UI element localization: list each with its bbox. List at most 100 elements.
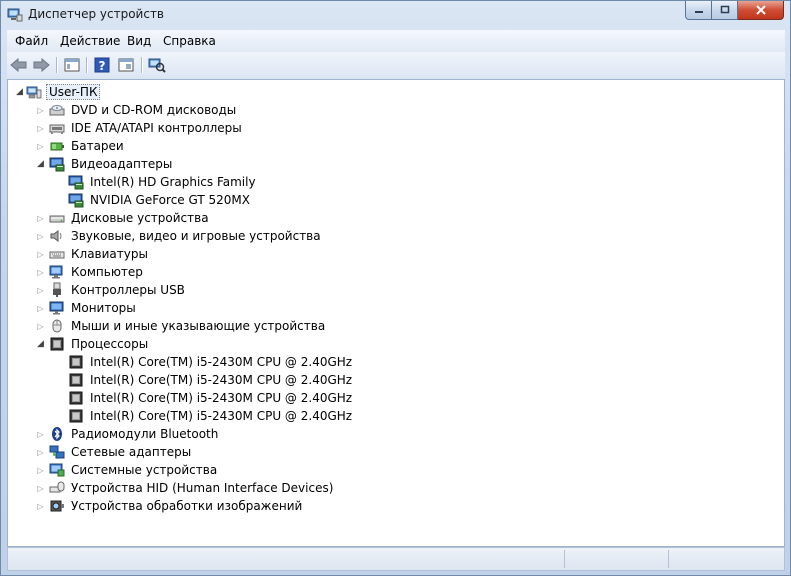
- expand-toggle-icon[interactable]: ▷: [36, 461, 45, 479]
- properties-icon: [118, 58, 134, 72]
- collapse-toggle-icon[interactable]: ◢: [36, 335, 45, 353]
- menu-view[interactable]: Вид: [127, 34, 151, 48]
- scan-hardware-button[interactable]: [147, 56, 167, 74]
- tree-item-label: Компьютер: [71, 265, 143, 279]
- tree-item-label: Мониторы: [71, 301, 136, 315]
- device-category[interactable]: Клавиатуры: [49, 245, 150, 263]
- device-item[interactable]: Intel(R) Core(TM) i5-2430M CPU @ 2.40GHz: [68, 371, 354, 389]
- device-category[interactable]: Звуковые, видео и игровые устройства: [49, 227, 323, 245]
- tree-item-label: Системные устройства: [71, 463, 218, 477]
- battery-icon: [50, 142, 64, 151]
- minimize-button[interactable]: [685, 1, 712, 20]
- speaker-icon: [50, 230, 62, 242]
- collapse-toggle-icon[interactable]: ◢: [36, 155, 45, 173]
- back-icon: [10, 58, 27, 72]
- svg-text:?: ?: [99, 59, 106, 73]
- tree-item-label: Intel(R) Core(TM) i5-2430M CPU @ 2.40GHz: [90, 355, 353, 369]
- tree-item-label: Контроллеры USB: [71, 283, 185, 297]
- minimize-icon: [694, 11, 703, 13]
- device-category[interactable]: Батареи: [49, 137, 126, 155]
- menu-file[interactable]: Файл: [15, 34, 48, 48]
- expand-toggle-icon[interactable]: ▷: [36, 227, 45, 245]
- bluetooth-icon: [52, 427, 62, 441]
- device-category[interactable]: Мониторы: [49, 299, 138, 317]
- device-category[interactable]: Радиомодули Bluetooth: [49, 425, 220, 443]
- status-bar-separator: [668, 550, 669, 568]
- tree-item-label: Intel(R) Core(TM) i5-2430M CPU @ 2.40GHz: [90, 391, 353, 405]
- show-hide-tree-button[interactable]: [62, 56, 82, 74]
- device-item[interactable]: Intel(R) Core(TM) i5-2430M CPU @ 2.40GHz: [68, 407, 354, 425]
- tree-item-label: Устройства обработки изображений: [71, 499, 303, 513]
- menu-action[interactable]: Действие: [60, 34, 120, 48]
- expand-toggle-icon[interactable]: ▷: [36, 497, 45, 515]
- expand-toggle-icon[interactable]: ▷: [36, 209, 45, 227]
- close-icon: [755, 5, 766, 15]
- tree-item-label: Intel(R) Core(TM) i5-2430M CPU @ 2.40GHz: [90, 373, 353, 387]
- toolbar-separator: [141, 57, 143, 73]
- monitor-icon: [49, 301, 64, 315]
- device-category[interactable]: Контроллеры USB: [49, 281, 187, 299]
- device-category[interactable]: Видеоадаптеры: [49, 155, 174, 173]
- processor-icon: [69, 355, 83, 369]
- back-button[interactable]: [9, 56, 29, 74]
- expand-toggle-icon[interactable]: ▷: [36, 119, 45, 137]
- system-device-icon: [49, 463, 65, 477]
- display-adapter-icon: [49, 157, 65, 172]
- device-category[interactable]: Сетевые адаптеры: [49, 443, 193, 461]
- expand-toggle-icon[interactable]: ▷: [36, 101, 45, 119]
- usb-icon: [53, 282, 61, 297]
- device-category[interactable]: Системные устройства: [49, 461, 219, 479]
- device-category[interactable]: Дисковые устройства: [49, 209, 211, 227]
- device-category[interactable]: Устройства обработки изображений: [49, 497, 304, 515]
- tree-item-label: DVD и CD-ROM дисководы: [71, 103, 237, 117]
- expand-toggle-icon[interactable]: ▷: [36, 299, 45, 317]
- expand-toggle-icon[interactable]: ▷: [36, 443, 45, 461]
- device-category[interactable]: Мыши и иные указывающие устройства: [49, 317, 327, 335]
- tree-item-label: Видеоадаптеры: [71, 157, 173, 171]
- expand-toggle-icon[interactable]: ▷: [36, 317, 45, 335]
- device-category[interactable]: Устройства HID (Human Interface Devices): [49, 479, 335, 497]
- tree-root-computer[interactable]: User-ПК: [26, 83, 101, 101]
- menu-help[interactable]: Справка: [163, 34, 216, 48]
- device-category[interactable]: Процессоры: [49, 335, 150, 353]
- tree-item-label: NVIDIA GeForce GT 520MX: [90, 193, 250, 207]
- display-adapter-icon: [68, 175, 84, 190]
- device-tree[interactable]: ◢ User-ПК ▷ DVD и CD-ROM дисководы ▷ IDE ATA/…: [7, 79, 785, 547]
- status-bar: [7, 547, 785, 571]
- keyboard-icon: [49, 251, 65, 259]
- show-hide-tree-icon: [64, 58, 80, 72]
- properties-button[interactable]: [116, 56, 136, 74]
- window-title: Диспетчер устройств: [28, 7, 165, 21]
- close-button[interactable]: [738, 1, 784, 20]
- expand-toggle-icon[interactable]: ▷: [36, 479, 45, 497]
- device-manager-app-icon: [7, 8, 23, 22]
- expand-toggle-icon[interactable]: ▷: [36, 137, 45, 155]
- forward-button[interactable]: [31, 56, 51, 74]
- tree-item-label: Intel(R) HD Graphics Family: [90, 175, 256, 189]
- device-item[interactable]: Intel(R) Core(TM) i5-2430M CPU @ 2.40GHz: [68, 389, 354, 407]
- tree-item-label: Звуковые, видео и игровые устройства: [71, 229, 321, 243]
- forward-icon: [33, 58, 50, 72]
- display-adapter-icon: [68, 193, 84, 208]
- device-item[interactable]: NVIDIA GeForce GT 520MX: [68, 191, 252, 209]
- maximize-button[interactable]: [712, 1, 738, 20]
- expand-toggle-icon[interactable]: ▷: [36, 245, 45, 263]
- tree-item-label: IDE ATA/ATAPI контроллеры: [71, 121, 242, 135]
- processor-icon: [69, 409, 83, 423]
- expand-toggle-icon[interactable]: ▷: [36, 263, 45, 281]
- status-bar-separator: [564, 550, 565, 568]
- device-item[interactable]: Intel(R) Core(TM) i5-2430M CPU @ 2.40GHz: [68, 353, 354, 371]
- device-item[interactable]: Intel(R) HD Graphics Family: [68, 173, 258, 191]
- title-bar[interactable]: Диспетчер устройств: [1, 1, 790, 29]
- expand-toggle-icon[interactable]: ▷: [36, 425, 45, 443]
- device-category[interactable]: IDE ATA/ATAPI контроллеры: [49, 119, 244, 137]
- help-icon: ?: [94, 57, 110, 73]
- mouse-icon: [52, 319, 62, 333]
- device-category[interactable]: Компьютер: [49, 263, 145, 281]
- imaging-device-icon: [50, 500, 64, 512]
- help-button[interactable]: ?: [92, 56, 112, 74]
- collapse-toggle-icon[interactable]: ◢: [15, 83, 24, 101]
- expand-toggle-icon[interactable]: ▷: [36, 281, 45, 299]
- disk-drive-icon: [49, 215, 65, 223]
- device-category[interactable]: DVD и CD-ROM дисководы: [49, 101, 238, 119]
